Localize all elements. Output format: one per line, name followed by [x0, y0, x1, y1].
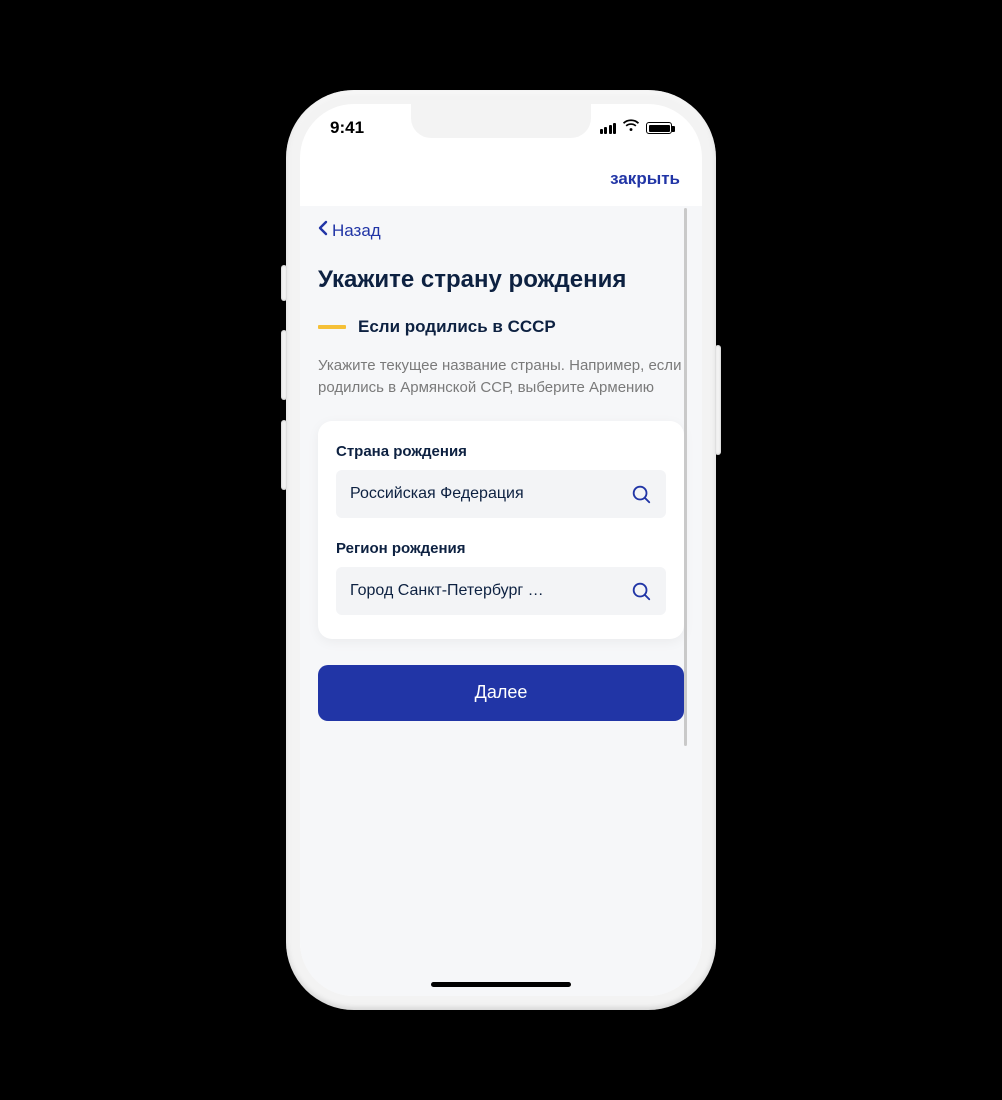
top-nav: закрыть	[300, 152, 702, 206]
phone-mute-switch	[281, 265, 287, 301]
wifi-icon	[622, 118, 640, 138]
country-value: Российская Федерация	[350, 485, 630, 503]
hint-text: Укажите текущее название страны. Наприме…	[318, 355, 684, 399]
phone-frame: 9:41	[286, 90, 716, 1010]
form-card: Страна рождения Российская Федерация	[318, 421, 684, 639]
notch	[411, 104, 591, 138]
phone-power-button	[715, 345, 721, 455]
region-field: Регион рождения Город Санкт-Петербург …	[336, 540, 666, 615]
status-time: 9:41	[330, 118, 364, 137]
region-select[interactable]: Город Санкт-Петербург …	[336, 567, 666, 615]
country-label: Страна рождения	[336, 443, 666, 460]
region-value: Город Санкт-Петербург …	[350, 582, 630, 600]
search-icon	[630, 580, 652, 602]
back-button[interactable]: Назад	[318, 220, 381, 241]
screen: 9:41	[300, 104, 702, 996]
page-body: Назад Укажите страну рождения Если родил…	[300, 206, 702, 996]
country-field: Страна рождения Российская Федерация	[336, 443, 666, 518]
region-label: Регион рождения	[336, 540, 666, 557]
phone-volume-down	[281, 420, 287, 490]
page-title: Укажите страну рождения	[318, 265, 684, 295]
phone-volume-up	[281, 330, 287, 400]
subheading-row: Если родились в СССР	[318, 317, 684, 337]
chevron-left-icon	[318, 220, 328, 241]
battery-icon	[646, 122, 672, 134]
subheading-text: Если родились в СССР	[358, 317, 556, 337]
home-indicator[interactable]	[431, 982, 571, 987]
next-button[interactable]: Далее	[318, 665, 684, 721]
close-button[interactable]: закрыть	[610, 169, 680, 189]
accent-dash-icon	[318, 325, 346, 329]
cellular-signal-icon	[600, 122, 617, 134]
country-select[interactable]: Российская Федерация	[336, 470, 666, 518]
back-label: Назад	[332, 221, 381, 241]
search-icon	[630, 483, 652, 505]
scrollbar[interactable]	[684, 208, 687, 746]
